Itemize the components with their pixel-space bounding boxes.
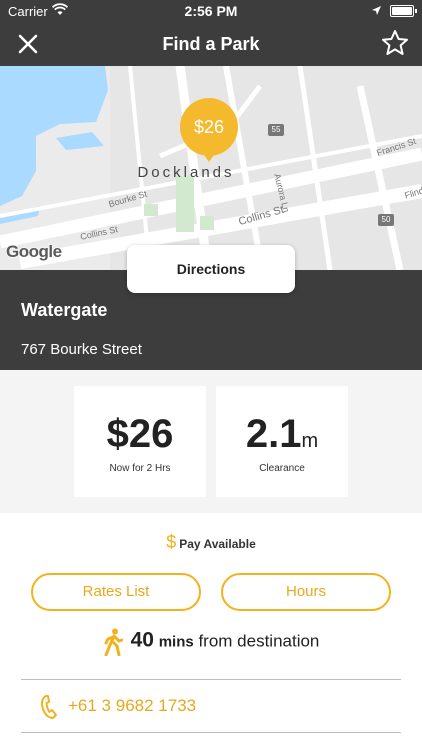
clearance-caption: Clearance — [259, 463, 305, 474]
route-shield: 50 — [378, 214, 394, 226]
google-logo: Google — [6, 242, 62, 261]
area-label: Docklands — [137, 164, 235, 181]
price-card: $26 Now for 2 Hrs — [74, 386, 206, 497]
stats-panel: $26 Now for 2 Hrs 2.1m Clearance — [0, 370, 422, 513]
phone-row[interactable]: +61 3 9682 1733 — [40, 692, 240, 722]
location-name: Watergate — [21, 300, 108, 320]
clearance-card: 2.1m Clearance — [216, 386, 348, 497]
payment-label: Pay Available — [179, 537, 256, 551]
walk-minutes: 40 — [130, 628, 154, 652]
phone-number[interactable]: +61 3 9682 1733 — [68, 696, 196, 716]
star-outline-icon[interactable] — [380, 28, 410, 58]
walk-suffix: from destination — [198, 631, 320, 651]
divider — [21, 732, 401, 733]
page-title: Find a Park — [162, 34, 260, 54]
battery-icon — [390, 5, 417, 17]
location-arrow-icon — [371, 4, 382, 19]
divider — [21, 679, 401, 680]
nav-bar: Find a Park — [0, 22, 422, 66]
clock: 2:56 PM — [184, 3, 238, 19]
rates-list-button[interactable]: Rates List — [31, 573, 201, 611]
walk-unit: mins — [158, 633, 194, 651]
location-address: 767 Bourke Street — [21, 341, 142, 358]
price-value: $26 — [106, 412, 174, 456]
route-shield: 55 — [268, 124, 284, 136]
walk-time-row: 40 mins from destination — [0, 628, 422, 657]
hours-button[interactable]: Hours — [221, 573, 391, 611]
walking-person-icon — [103, 628, 124, 657]
clearance-value: 2.1 — [245, 412, 302, 456]
map-view[interactable]: Bourke St Collins St Collins St Francis … — [0, 66, 422, 270]
clearance-value-row: 2.1m — [216, 412, 348, 457]
directions-button[interactable]: Directions — [127, 245, 295, 293]
clearance-unit: m — [301, 430, 319, 452]
price-pin[interactable]: $26 — [180, 98, 238, 162]
status-bar: Carrier 2:56 PM — [0, 0, 422, 22]
price-caption: Now for 2 Hrs — [109, 463, 171, 474]
dollar-icon: $ — [166, 532, 177, 552]
payment-row: $ Pay Available — [0, 532, 422, 553]
phone-icon — [40, 694, 60, 720]
